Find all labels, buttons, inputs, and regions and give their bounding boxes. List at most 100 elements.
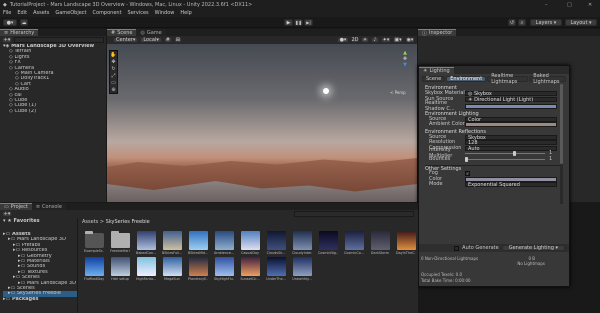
tab-project[interactable]: ▭ Project xyxy=(0,203,32,210)
fog-mode-dropdown[interactable]: Exponential Squared xyxy=(465,182,557,188)
auto-generate-checkbox[interactable] xyxy=(454,245,460,251)
lighting-tab-realtime[interactable]: Realtime Lightmaps xyxy=(487,73,529,85)
orientation-gizmo[interactable]: ▲ ✚ ▼ xyxy=(397,50,413,72)
pivot-center-dropdown[interactable]: Center ▾ xyxy=(113,37,139,43)
camera-dropdown[interactable]: ▣▾ xyxy=(393,37,403,43)
compression-dropdown[interactable]: Auto xyxy=(465,145,557,151)
scene-viewport[interactable]: ✋ ✥ ↻ ⤢ ▭ ⊕ ▲ ✚ ▼ < Persp xyxy=(107,44,417,202)
cloud-icon[interactable]: ☁ xyxy=(20,19,28,26)
asset-item[interactable]: BakedCon... xyxy=(136,231,156,255)
reflection-source-dropdown[interactable]: Skybox xyxy=(465,134,557,140)
bounces-slider[interactable] xyxy=(465,156,545,162)
asset-item[interactable]: BSkiesFull... xyxy=(162,231,182,255)
asset-item[interactable]: ExampleSc... xyxy=(84,231,104,255)
menu-edit[interactable]: Edit xyxy=(17,10,27,16)
account-button[interactable]: ●▾ xyxy=(3,19,17,26)
asset-item[interactable]: UnearthIy... xyxy=(292,257,312,281)
lighting-toggle[interactable]: ☀ xyxy=(361,37,369,43)
asset-item[interactable]: HighFanta... xyxy=(136,257,156,281)
step-button[interactable]: ▶| xyxy=(304,19,313,26)
hierarchy-search-input[interactable] xyxy=(14,37,104,43)
close-icon[interactable]: ✕ xyxy=(588,2,592,8)
rotate-tool-icon[interactable]: ↻ xyxy=(111,66,115,72)
pivot-local-dropdown[interactable]: Local ▾ xyxy=(140,37,162,43)
menu-gameobject[interactable]: GameObject xyxy=(55,10,86,16)
grid-icon[interactable]: # xyxy=(163,37,172,43)
tab-console[interactable]: ≡ Console xyxy=(31,203,66,210)
play-button[interactable]: ▶ xyxy=(284,19,293,26)
asset-item[interactable]: FluffballDay xyxy=(84,257,104,281)
asset-item[interactable]: PlanetaryE... xyxy=(188,257,208,281)
favorites-header[interactable]: ▾ ★ Favorites xyxy=(0,218,77,224)
project-search-input[interactable] xyxy=(294,211,414,217)
asset-item[interactable]: DayInTheC... xyxy=(396,231,416,255)
minimize-icon[interactable]: – xyxy=(545,2,548,8)
create-asset-button[interactable]: +▾ xyxy=(2,211,12,217)
asset-item[interactable]: CloudyInter... xyxy=(292,231,312,255)
asset-item[interactable]: FreebieHdri xyxy=(110,231,130,255)
rect-tool-icon[interactable]: ▭ xyxy=(111,80,116,86)
lighting-tab-environment[interactable]: Environment xyxy=(446,76,487,82)
intensity-slider[interactable] xyxy=(465,151,545,157)
pause-button[interactable]: ❚❚ xyxy=(294,19,303,26)
hand-tool-icon[interactable]: ✋ xyxy=(110,52,116,58)
asset-item[interactable]: Ambience... xyxy=(214,231,234,255)
gizmos-dropdown[interactable]: ◉▾ xyxy=(405,37,415,43)
search-icon[interactable]: ⌕ xyxy=(518,19,526,26)
menu-services[interactable]: Services xyxy=(128,10,149,16)
scrollbar-thumb[interactable] xyxy=(560,84,563,164)
maximize-icon[interactable]: □ xyxy=(567,2,572,8)
asset-item[interactable]: CosmicCo... xyxy=(344,231,364,255)
persp-label[interactable]: < Persp xyxy=(390,90,406,95)
scale-tool-icon[interactable]: ⤢ xyxy=(111,73,115,79)
asset-item[interactable]: CloudsSk... xyxy=(266,231,286,255)
tab-inspector[interactable]: ⓘ Inspector xyxy=(418,29,457,37)
fog-color-field[interactable] xyxy=(465,176,557,182)
layers-dropdown[interactable]: Layers ▾ xyxy=(530,19,562,26)
tab-lighting[interactable]: ☀ Lighting xyxy=(419,66,454,74)
tab-hierarchy[interactable]: ≡ Hierarchy xyxy=(0,29,39,36)
lighting-tab-baked[interactable]: Baked Lightmaps xyxy=(529,73,566,85)
menu-component[interactable]: Component xyxy=(93,10,122,16)
history-icon[interactable]: ↺ xyxy=(508,19,516,26)
lighting-tab-scene[interactable]: Scene xyxy=(422,76,446,82)
ambient-color-field[interactable] xyxy=(465,122,557,128)
asset-item[interactable]: MegaSun xyxy=(162,257,182,281)
hierarchy-item[interactable]: ◇ Cube (2) xyxy=(3,109,106,114)
asset-item[interactable]: SkyHighFlu... xyxy=(214,257,234,281)
bounces-value[interactable]: 1 xyxy=(549,156,557,163)
menu-help[interactable]: Help xyxy=(180,10,191,16)
menu-file[interactable]: File xyxy=(3,10,11,16)
shading-dropdown[interactable]: ●▾ xyxy=(337,37,349,43)
asset-item[interactable]: BSkiesMid... xyxy=(188,231,208,255)
add-object-button[interactable]: +▾ xyxy=(2,37,12,43)
project-tree-item[interactable]: ▸▭ Packages xyxy=(3,297,77,302)
bounces-slider-handle[interactable] xyxy=(465,156,468,162)
layout-dropdown[interactable]: Layout ▾ xyxy=(565,19,597,26)
transform-tool-icon[interactable]: ⊕ xyxy=(111,87,115,93)
asset-item[interactable]: CosmicNig... xyxy=(318,231,338,255)
audio-toggle[interactable]: ♪ xyxy=(371,37,379,43)
source-dropdown[interactable]: Color xyxy=(465,116,557,122)
resolution-dropdown[interactable]: 128 xyxy=(465,140,557,146)
snap-icon[interactable]: ⊞ xyxy=(173,37,182,43)
effects-dropdown[interactable]: ✦▾ xyxy=(381,37,391,43)
menu-assets[interactable]: Assets xyxy=(33,10,49,16)
tab-game[interactable]: ◎ Game xyxy=(136,29,166,36)
shadow-color-field[interactable] xyxy=(465,104,557,110)
asset-item[interactable]: Hdri setup xyxy=(110,257,130,281)
tab-scene[interactable]: # Scene xyxy=(107,29,137,36)
menu-window[interactable]: Window xyxy=(155,10,175,16)
2d-toggle[interactable]: 2D xyxy=(351,37,359,43)
sun-field[interactable]: ☀ Directional Light (Light) xyxy=(465,96,557,102)
skybox-field[interactable]: ◎ Skybox xyxy=(465,91,557,97)
asset-item[interactable]: DarkStorm xyxy=(370,231,390,255)
asset-item[interactable]: UnderThe... xyxy=(266,257,286,281)
lighting-scrollbar[interactable] xyxy=(560,84,563,204)
asset-item[interactable]: CasualDay xyxy=(240,231,260,255)
fog-checkbox[interactable]: ✓ xyxy=(465,171,470,177)
move-tool-icon[interactable]: ✥ xyxy=(111,59,115,65)
generate-lighting-button[interactable]: Generate Lighting ▾ xyxy=(501,245,565,251)
intensity-slider-handle[interactable] xyxy=(513,151,516,157)
asset-item[interactable]: SunsetClr... xyxy=(240,257,260,281)
